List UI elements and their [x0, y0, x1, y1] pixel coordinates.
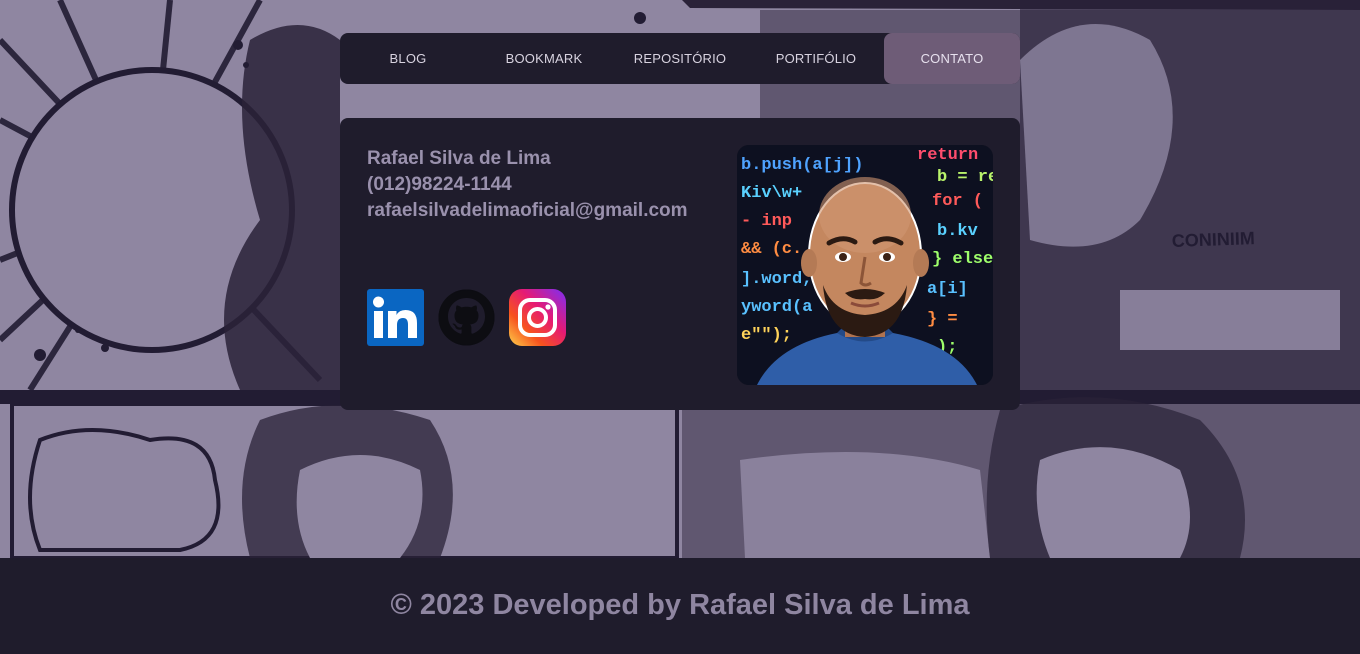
- page: CONINIIM BLOG BOOKMARK REPOSITÓRIO PORTI…: [0, 0, 1360, 654]
- svg-text:- inp: - inp: [741, 212, 792, 231]
- svg-text:CONINIIM: CONINIIM: [1171, 228, 1255, 251]
- profile-photo-illustration: b.push(a[j]) return Kiv\w+ b = re - inp …: [737, 145, 993, 385]
- svg-text:} =: } =: [927, 310, 958, 329]
- instagram-link[interactable]: [509, 289, 566, 346]
- footer: © 2023 Developed by Rafael Silva de Lima: [0, 558, 1360, 654]
- svg-text:b.push(a[j]): b.push(a[j]): [741, 156, 863, 175]
- github-icon: [438, 289, 495, 346]
- social-links: [367, 289, 566, 346]
- svg-text:a[i]: a[i]: [927, 280, 968, 299]
- nav-item-repositorio[interactable]: REPOSITÓRIO: [612, 33, 748, 84]
- nav-item-portifolio-label: PORTIFÓLIO: [775, 51, 857, 66]
- main-navigation: BLOG BOOKMARK REPOSITÓRIO PORTIFÓLIO CON…: [340, 33, 1020, 84]
- footer-copyright: © 2023 Developed by Rafael Silva de Lima: [390, 588, 970, 621]
- linkedin-icon: [367, 289, 424, 346]
- nav-item-portifolio[interactable]: PORTIFÓLIO: [748, 33, 884, 84]
- svg-text:b.kv: b.kv: [937, 222, 978, 241]
- contact-email[interactable]: rafaelsilvadelimaoficial@gmail.com: [367, 198, 688, 224]
- svg-text:Kiv\w+: Kiv\w+: [741, 184, 802, 203]
- nav-item-bookmark[interactable]: BOOKMARK: [476, 33, 612, 84]
- github-link[interactable]: [438, 289, 495, 346]
- svg-text:yword(a: yword(a: [741, 298, 812, 317]
- nav-item-bookmark-label: BOOKMARK: [505, 51, 583, 66]
- contact-phone: (012)98224-1144: [367, 174, 512, 195]
- instagram-icon: [509, 289, 566, 346]
- contact-info: Rafael Silva de Lima (012)98224-1144 raf…: [367, 146, 688, 224]
- contact-card: Rafael Silva de Lima (012)98224-1144 raf…: [340, 118, 1020, 410]
- profile-photo: b.push(a[j]) return Kiv\w+ b = re - inp …: [737, 145, 993, 385]
- nav-item-repositorio-label: REPOSITÓRIO: [633, 51, 727, 66]
- svg-text:b = re: b = re: [937, 168, 993, 187]
- linkedin-link[interactable]: [367, 289, 424, 346]
- contact-name: Rafael Silva de Lima: [367, 148, 551, 169]
- nav-item-blog-label: BLOG: [389, 51, 427, 66]
- svg-text:&& (c.: && (c.: [741, 240, 802, 259]
- nav-item-contato[interactable]: CONTATO: [884, 33, 1020, 84]
- svg-text:return: return: [917, 146, 978, 165]
- svg-text:for (: for (: [932, 192, 983, 211]
- svg-text:].word,: ].word,: [741, 270, 812, 289]
- svg-text:} else: } else: [932, 250, 993, 269]
- nav-item-blog[interactable]: BLOG: [340, 33, 476, 84]
- nav-item-contato-label: CONTATO: [920, 51, 984, 66]
- svg-text:e"");: e"");: [741, 326, 792, 345]
